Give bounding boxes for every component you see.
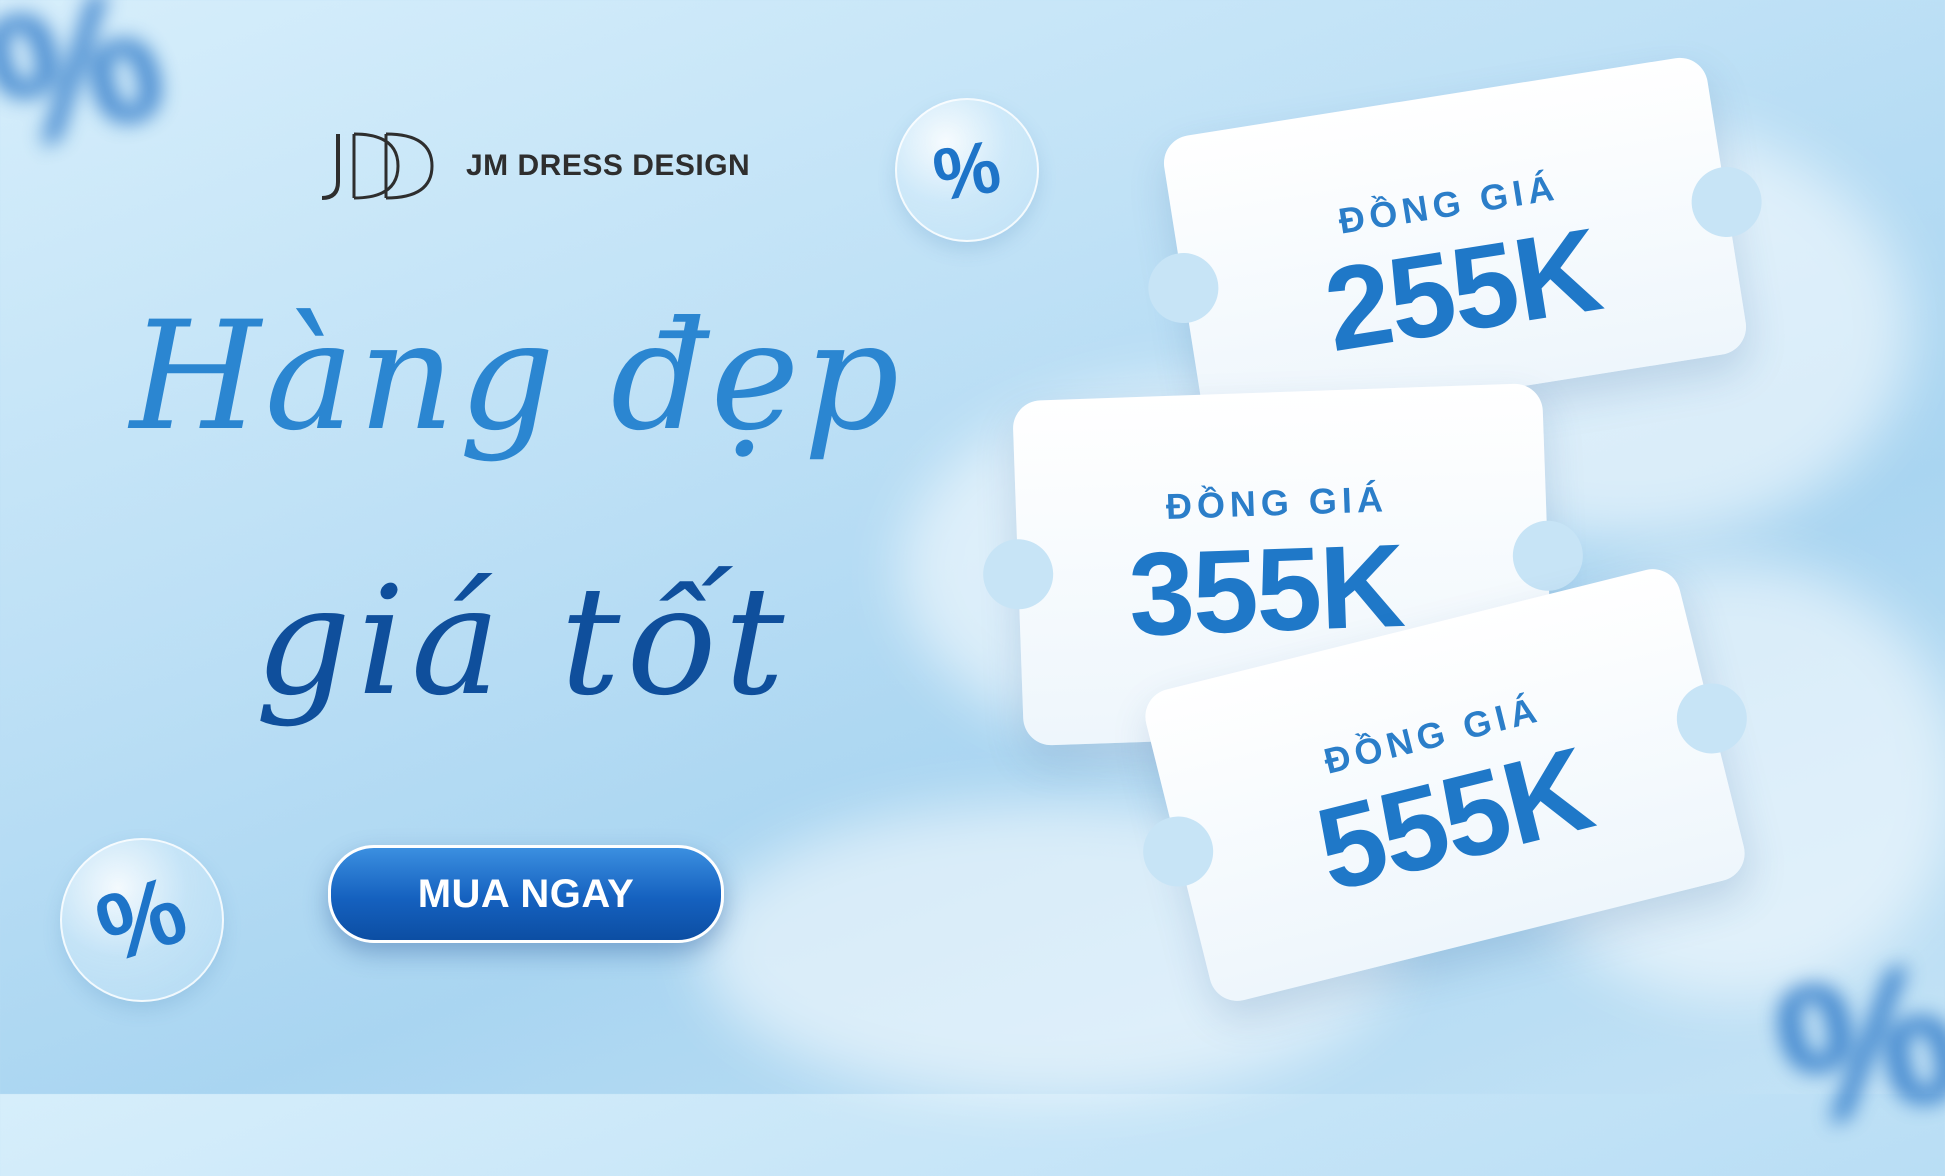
percent-icon: % — [84, 855, 199, 984]
brand-logo: JM DRESS DESIGN — [320, 130, 750, 202]
percent-icon: % — [1758, 916, 1945, 1173]
headline-line-2: giá tốt — [255, 555, 791, 729]
percent-icon: % — [927, 123, 1007, 217]
percent-icon: % — [0, 0, 184, 194]
percent-bubble: % — [895, 98, 1039, 242]
jdd-monogram-icon — [321, 132, 434, 200]
buy-now-button[interactable]: MUA NGAY — [328, 845, 724, 943]
headline-line-1: Hàng đẹp — [130, 290, 904, 464]
percent-bubble: % — [60, 838, 224, 1002]
brand-name: JM DRESS DESIGN — [466, 149, 751, 182]
